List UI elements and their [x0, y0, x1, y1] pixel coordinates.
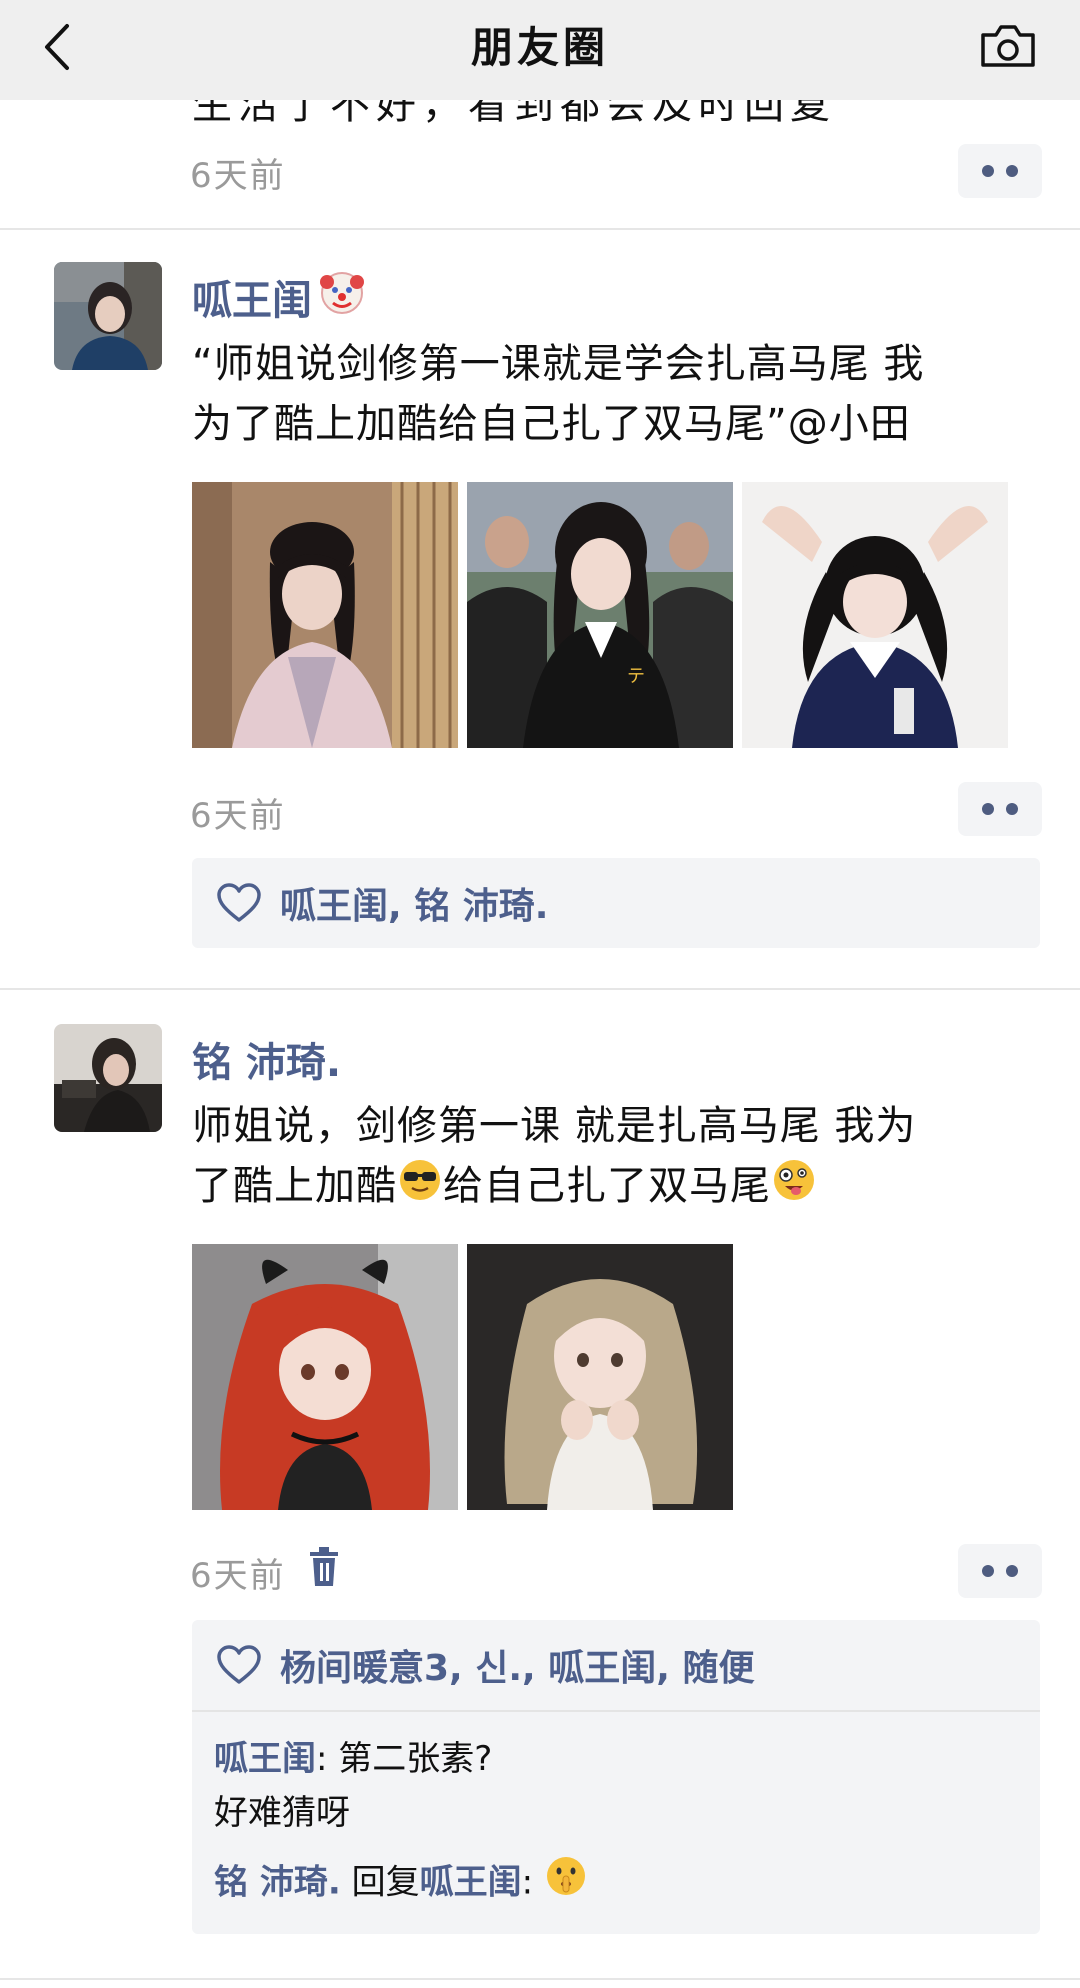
svg-text:テ: テ: [627, 666, 645, 687]
previous-post-more-button[interactable]: [958, 144, 1042, 198]
dot-icon: [982, 165, 994, 177]
trash-icon: [310, 1547, 338, 1586]
post2-likes-box: 杨间暖意3, 신., 呱王闺, 随便 呱王闺: 第二张素? 好难猜呀 铭 沛琦.…: [192, 1620, 1040, 1934]
crazy-face-emoji-icon: [771, 1157, 817, 1220]
comment-reply[interactable]: 铭 沛琦. 回复呱王闺:: [214, 1854, 1016, 1914]
dot-icon: [982, 1565, 994, 1577]
post1-likes-box: 呱王闺, 铭 沛琦.: [192, 858, 1040, 948]
comment-text: 第二张素?: [338, 1739, 493, 1779]
post1-photo-2[interactable]: テ: [467, 482, 733, 748]
post1-more-button[interactable]: [958, 782, 1042, 836]
delete-button[interactable]: [306, 1546, 350, 1596]
comment-separator: :: [521, 1862, 544, 1903]
post2-comments: 呱王闺: 第二张素? 好难猜呀 铭 沛琦. 回复呱王闺:: [192, 1710, 1040, 1934]
heart-icon: [217, 1645, 261, 1684]
sunglasses-emoji-icon: [397, 1157, 443, 1220]
reply-author[interactable]: 铭 沛琦.: [214, 1863, 341, 1903]
post2-likes-list[interactable]: 杨间暖意3, 신., 呱王闺, 随便: [280, 1639, 754, 1691]
post2-more-button[interactable]: [958, 1544, 1042, 1598]
post1-author-name: 呱王闺: [192, 278, 312, 324]
reply-target[interactable]: 呱王闺: [420, 1863, 522, 1903]
clown-emoji-icon: [318, 268, 366, 326]
post1-text-line1: “师姐说剑修第一课就是学会扎高马尾 我: [192, 341, 925, 387]
shushing-emoji-icon: [544, 1854, 588, 1914]
top-bar: 朋友圈: [0, 0, 1080, 100]
post2-avatar[interactable]: [54, 1024, 162, 1132]
post1-time: 6天前: [190, 796, 286, 836]
post2-author-name: 铭 沛琦.: [192, 1040, 342, 1086]
post2-author[interactable]: 铭 沛琦.: [192, 1030, 341, 1088]
comment[interactable]: 呱王闺: 第二张素?: [214, 1732, 1016, 1786]
post2-photo-2[interactable]: [467, 1244, 733, 1510]
post1-photo-3[interactable]: [742, 482, 1008, 748]
post1-text-line2: 为了酷上加酷给自己扎了双马尾”@小田: [192, 401, 911, 447]
comment-author[interactable]: 呱王闺: [214, 1739, 316, 1779]
post2-time: 6天前: [190, 1556, 286, 1596]
dot-icon: [1006, 1565, 1018, 1577]
dot-icon: [982, 803, 994, 815]
camera-icon: [981, 25, 1035, 67]
post1-photo-1[interactable]: [192, 482, 458, 748]
post2-text: 师姐说，剑修第一课 就是扎高马尾 我为 了酷上加酷 给自己扎了双马尾: [192, 1096, 916, 1220]
previous-post-time: 6天前: [190, 156, 286, 196]
post-divider: [0, 1978, 1080, 1980]
post1-text: “师姐说剑修第一课就是学会扎高马尾 我 为了酷上加酷给自己扎了双马尾”@小田: [192, 334, 924, 454]
dot-icon: [1006, 803, 1018, 815]
reply-verb: 回复: [340, 1862, 420, 1903]
dot-icon: [1006, 165, 1018, 177]
post2-text-line2a: 了酷上加酷: [192, 1163, 397, 1209]
post1-likes-list[interactable]: 呱王闺, 铭 沛琦.: [280, 877, 548, 929]
post2-text-line2b: 给自己扎了双马尾: [443, 1163, 771, 1209]
post2-photo-1[interactable]: [192, 1244, 458, 1510]
post-divider: [0, 228, 1080, 230]
post1-avatar[interactable]: [54, 262, 162, 370]
post1-author[interactable]: 呱王闺: [192, 268, 366, 326]
post2-text-line1: 师姐说，剑修第一课 就是扎高马尾 我为: [192, 1103, 917, 1149]
post-divider: [0, 988, 1080, 990]
heart-icon: [217, 883, 261, 922]
comment-continuation: 好难猜呀: [214, 1793, 350, 1833]
camera-button[interactable]: [976, 14, 1040, 78]
page-title: 朋友圈: [470, 23, 609, 72]
comment-separator: :: [316, 1739, 339, 1779]
